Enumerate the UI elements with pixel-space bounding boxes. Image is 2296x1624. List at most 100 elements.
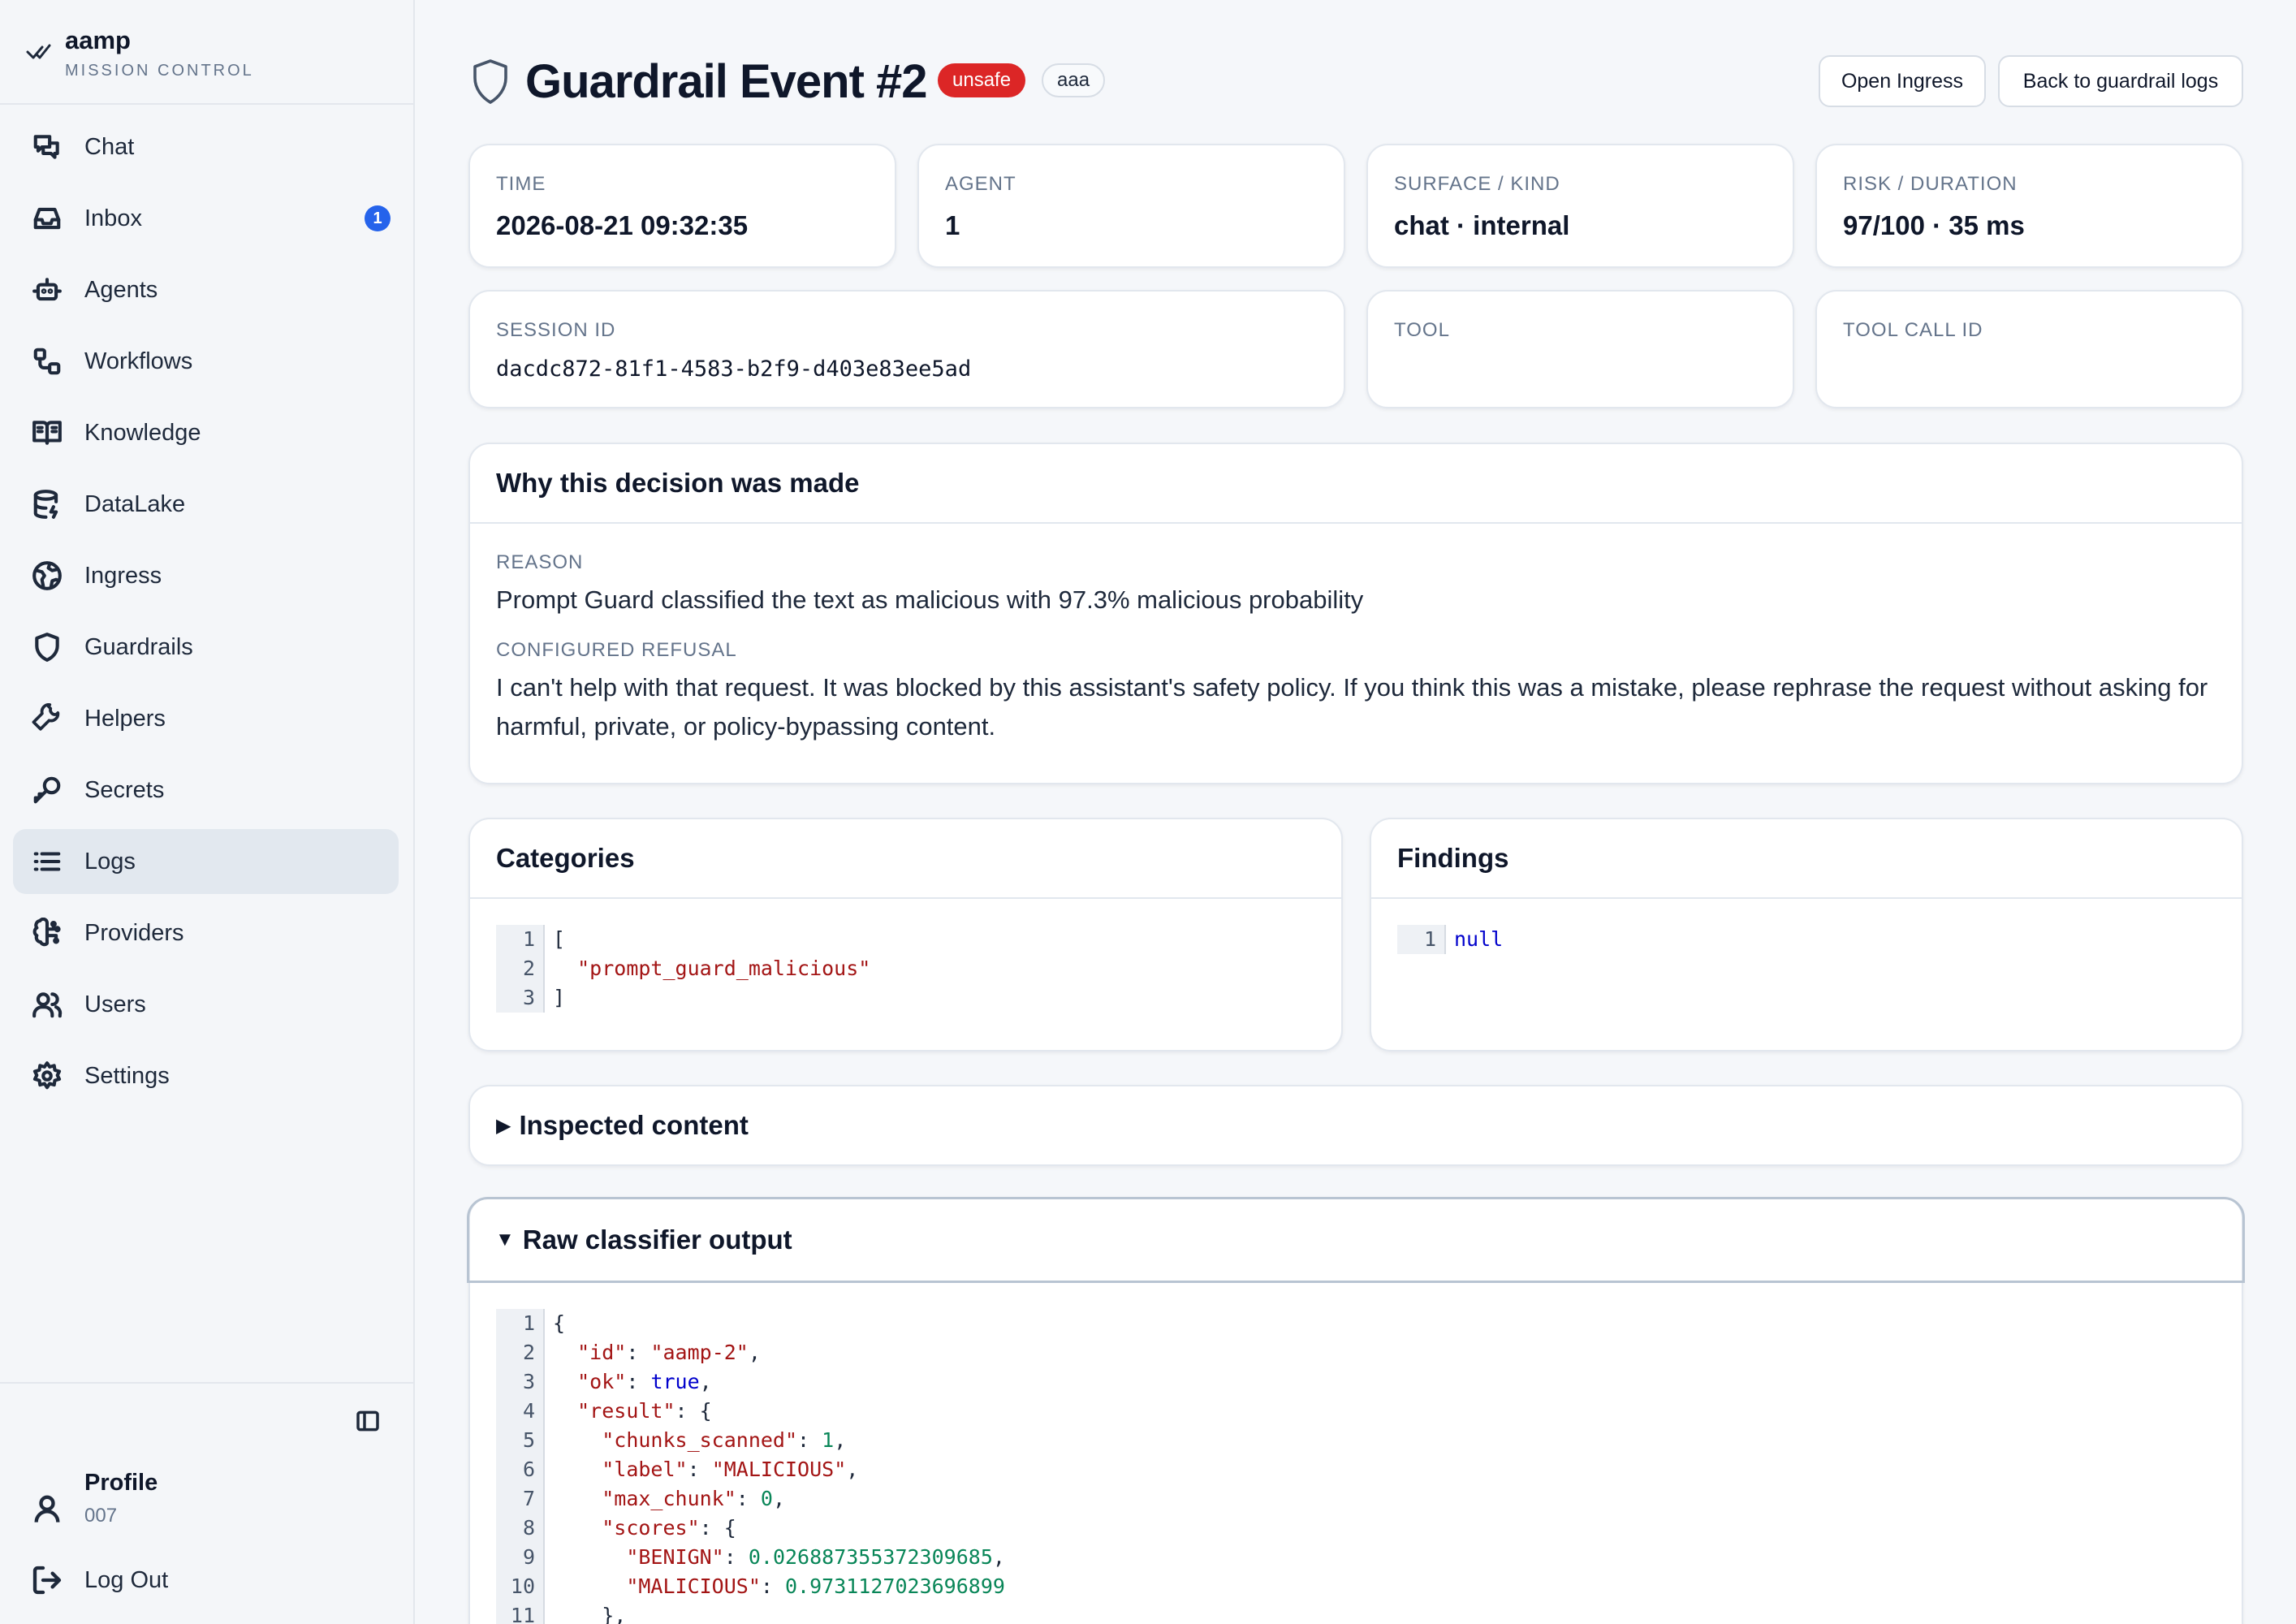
line-number: 6	[496, 1455, 545, 1484]
collapse-sidebar-button[interactable]	[355, 1408, 384, 1437]
inspected-content-details[interactable]: ▶ Inspected content	[468, 1085, 2243, 1166]
inbox-count-badge: 1	[365, 205, 391, 231]
categories-code[interactable]: 1 [ 2 "prompt_guard_malicious" 3 ]	[496, 925, 870, 1013]
raw-classifier-code[interactable]: 1 { 2 "id": "aamp-2", 3 "ok": true, 4 "re…	[496, 1309, 1005, 1624]
code-text: [	[553, 927, 566, 951]
sidebar-item-ingress[interactable]: Ingress	[13, 543, 399, 608]
code-line: 1 null	[1397, 925, 1503, 954]
risk-duration-label: RISK / DURATION	[1843, 173, 2018, 195]
sidebar-item-label: Helpers	[84, 705, 166, 732]
raw-classifier-output-summary[interactable]: ▼ Raw classifier output	[467, 1197, 2245, 1283]
back-to-guardrail-logs-button[interactable]: Back to guardrail logs	[1998, 55, 2243, 107]
agent-label: AGENT	[945, 173, 1016, 195]
findings-code[interactable]: 1 null	[1397, 925, 1503, 954]
sidebar-item-label: Knowledge	[84, 419, 201, 446]
line-number: 9	[496, 1543, 545, 1572]
code-text: "max_chunk": 0,	[602, 1487, 786, 1510]
sidebar-item-label: Agents	[84, 276, 158, 303]
line-number: 11	[496, 1601, 545, 1624]
code-text: null	[1454, 927, 1504, 951]
sidebar-toggle-icon	[356, 1410, 379, 1432]
session-id-card: SESSION ID dacdc872-81f1-4583-b2f9-d403e…	[468, 290, 1345, 408]
surface-kind-label: SURFACE / KIND	[1394, 173, 1560, 195]
reason-text: Prompt Guard classified the text as mali…	[496, 585, 1364, 614]
inspected-content-summary[interactable]: ▶ Inspected content	[470, 1086, 2242, 1164]
sidebar-item-datalake[interactable]: DataLake	[13, 472, 399, 537]
sidebar-item-settings[interactable]: Settings	[13, 1043, 399, 1108]
sidebar-item-users[interactable]: Users	[13, 972, 399, 1037]
code-text-indent: "prompt_guard_malicious"	[545, 954, 870, 983]
sidebar-item-label: Chat	[84, 133, 135, 160]
code-text: },	[553, 1604, 627, 1624]
configured-refusal-label: CONFIGURED REFUSAL	[496, 639, 737, 661]
app-name: aamp	[65, 26, 131, 54]
sidebar-item-label: Settings	[84, 1062, 170, 1089]
tool-call-id-label: TOOL CALL ID	[1843, 319, 1983, 341]
code-string: "prompt_guard_malicious"	[577, 957, 871, 980]
findings-title: Findings	[1371, 819, 2242, 899]
code-line: 1 [	[496, 925, 870, 954]
configured-refusal-text: I can't help with that request. It was b…	[496, 673, 2208, 741]
line-number: 5	[496, 1426, 545, 1455]
code-text: "chunks_scanned": 1,	[602, 1428, 847, 1452]
logout-icon	[32, 1566, 62, 1595]
sidebar-item-providers[interactable]: Providers	[13, 901, 399, 965]
sidebar-item-label: Secrets	[84, 776, 165, 803]
code-text: ]	[553, 986, 566, 1009]
surface-kind-value: chat · internal	[1394, 210, 1570, 240]
code-text: "id": "aamp-2",	[577, 1341, 761, 1364]
workflow-icon	[31, 345, 63, 378]
code-text: "scores": {	[602, 1516, 736, 1540]
line-number: 10	[496, 1572, 545, 1601]
categories-panel: Categories 1 [ 2 "prompt_guard_malicious…	[468, 818, 1343, 1052]
sidebar-item-label: Ingress	[84, 562, 162, 589]
sidebar-item-inbox[interactable]: Inbox 1	[13, 186, 399, 251]
sidebar-item-helpers[interactable]: Helpers	[13, 686, 399, 751]
shield-icon	[31, 631, 63, 663]
code-text: "ok": true,	[577, 1370, 712, 1393]
app-subtitle: MISSION CONTROL	[65, 62, 254, 80]
agent-card: AGENT 1	[917, 144, 1345, 268]
user-icon	[34, 1495, 60, 1522]
sidebar-item-secrets[interactable]: Secrets	[13, 758, 399, 823]
line-number: 1	[496, 1309, 545, 1338]
profile-link[interactable]: Profile 007	[31, 1465, 158, 1527]
open-ingress-button[interactable]: Open Ingress	[1819, 55, 1986, 107]
sidebar-item-label: Logs	[84, 848, 136, 875]
line-number: 8	[496, 1514, 545, 1543]
status-badge: unsafe	[938, 63, 1026, 97]
findings-panel: Findings 1 null	[1370, 818, 2243, 1052]
brand[interactable]: aamp MISSION CONTROL	[0, 0, 413, 105]
robot-icon	[31, 274, 63, 306]
sidebar-footer: Profile 007 Log Out	[0, 1382, 413, 1624]
wrench-icon	[31, 702, 63, 735]
sidebar-item-label: Workflows	[84, 348, 193, 374]
chat-icon	[31, 131, 63, 163]
sidebar-item-guardrails[interactable]: Guardrails	[13, 615, 399, 680]
decision-title: Why this decision was made	[470, 444, 2242, 524]
line-number: 2	[496, 1338, 545, 1367]
agent-badge: aaa	[1042, 63, 1106, 97]
line-number: 3	[496, 983, 545, 1013]
logout-label: Log Out	[84, 1566, 169, 1593]
sidebar-item-agents[interactable]: Agents	[13, 257, 399, 322]
tool-call-id-card: TOOL CALL ID	[1815, 290, 2243, 408]
session-id-label: SESSION ID	[496, 319, 616, 341]
time-label: TIME	[496, 173, 546, 195]
sidebar-item-knowledge[interactable]: Knowledge	[13, 400, 399, 465]
sidebar-item-workflows[interactable]: Workflows	[13, 329, 399, 394]
page-title: Guardrail Event #2	[525, 55, 928, 108]
sidebar-item-label: DataLake	[84, 490, 186, 517]
code-text: "BENIGN": 0.026887355372309685,	[626, 1545, 1005, 1569]
sidebar-item-logs[interactable]: Logs	[13, 829, 399, 894]
time-card: TIME 2026-08-21 09:32:35	[468, 144, 896, 268]
line-number: 1	[496, 925, 545, 954]
categories-title: Categories	[470, 819, 1341, 899]
logo-check-icon	[26, 44, 51, 59]
code-line: 2 "prompt_guard_malicious"	[496, 954, 870, 983]
session-id-value[interactable]: dacdc872-81f1-4583-b2f9-d403e83ee5ad	[496, 356, 1318, 382]
logout-button[interactable]: Log Out	[31, 1564, 168, 1596]
sidebar-item-chat[interactable]: Chat	[13, 114, 399, 179]
caret-right-icon: ▶	[496, 1114, 511, 1137]
code-line: 3 ]	[496, 983, 870, 1013]
